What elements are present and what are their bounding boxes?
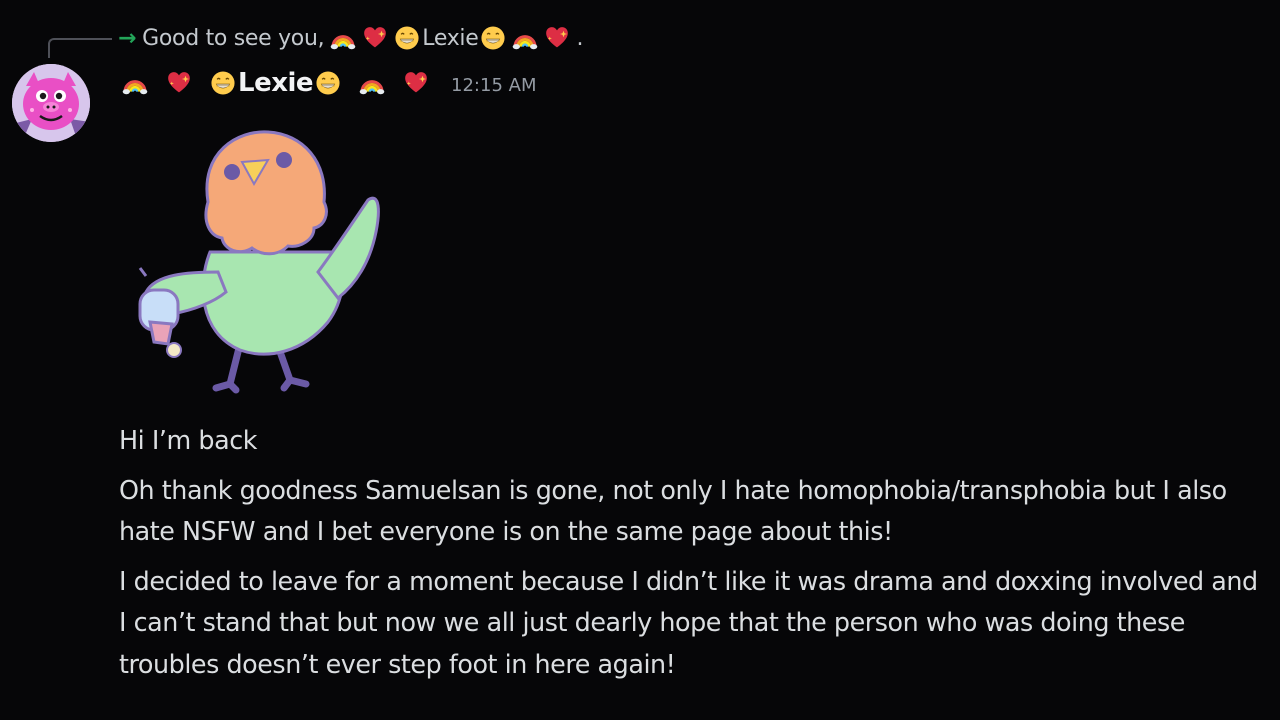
message-header: Lexie 12:15 AM	[122, 64, 536, 102]
rainbow-icon	[512, 25, 538, 51]
pink-creature-avatar-icon	[12, 64, 90, 142]
parrot-sticker[interactable]	[128, 122, 390, 398]
sparkling-heart-icon	[362, 25, 388, 51]
timestamp[interactable]: 12:15 AM	[451, 71, 536, 96]
sparkling-heart-icon	[166, 70, 192, 96]
reply-spine	[48, 38, 112, 58]
sparkling-heart-icon	[403, 70, 429, 96]
grinning-face-icon	[394, 25, 420, 51]
reply-text: Good to see you,	[142, 25, 325, 51]
avatar[interactable]	[12, 64, 90, 142]
message-paragraph: I decided to leave for a moment because …	[119, 565, 1258, 679]
rainbow-icon	[359, 70, 385, 96]
reply-arrow-icon: →	[118, 25, 137, 51]
rainbow-icon	[330, 25, 356, 51]
parrot-sticker-icon	[138, 130, 380, 394]
username[interactable]: Lexie	[238, 68, 314, 98]
message-body: Hi I’m back Oh thank goodness Samuelsan …	[119, 420, 1264, 693]
sparkling-heart-icon	[544, 25, 570, 51]
message-paragraph: Hi I’m back	[119, 425, 257, 455]
reply-trailing: .	[576, 25, 584, 51]
reply-preview[interactable]: → Good to see you, Lexie .	[118, 22, 583, 54]
chat-message: → Good to see you, Lexie . Lexie 12:15 A…	[0, 0, 1280, 720]
message-paragraph: Oh thank goodness Samuelsan is gone, not…	[119, 474, 1227, 547]
reply-username[interactable]: Lexie	[422, 26, 478, 51]
grinning-face-icon	[315, 70, 341, 96]
grinning-face-icon	[480, 25, 506, 51]
grinning-face-icon	[210, 70, 236, 96]
rainbow-icon	[122, 70, 148, 96]
